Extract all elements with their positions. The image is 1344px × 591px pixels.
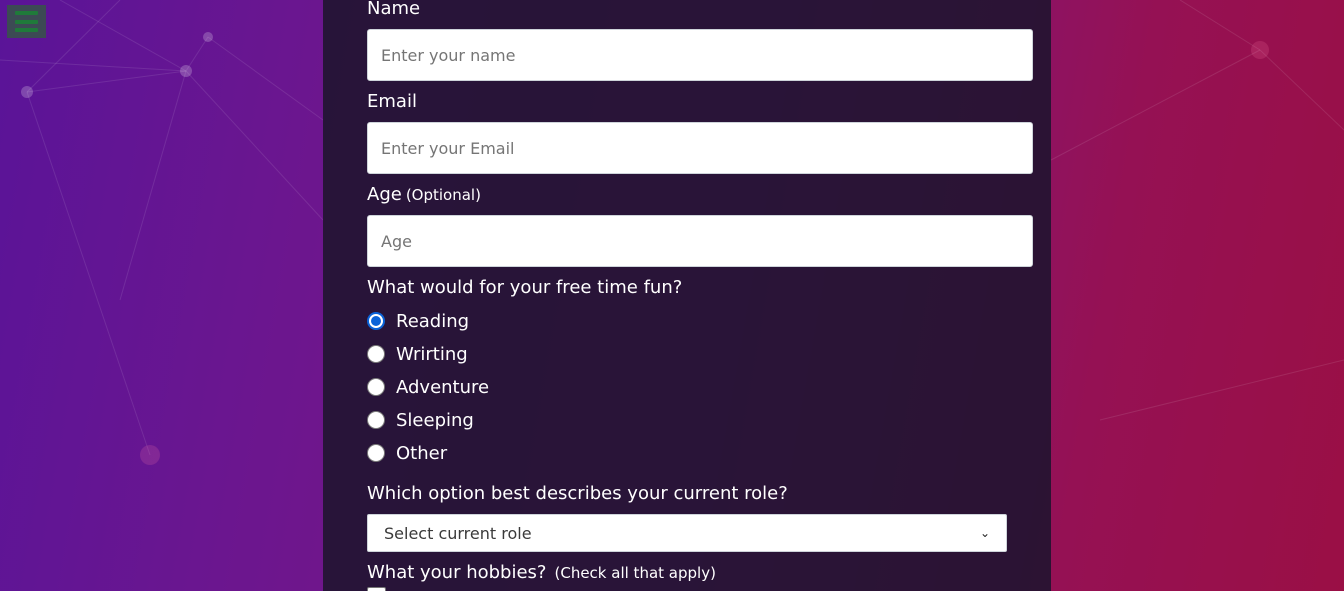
- hobby-checkbox[interactable]: [367, 587, 386, 591]
- radio-button[interactable]: [367, 444, 385, 462]
- radio-option-adventure[interactable]: Adventure: [367, 376, 489, 398]
- radio-label: Wrirting: [396, 343, 468, 365]
- radio-label: Reading: [396, 310, 470, 332]
- radio-button[interactable]: [367, 378, 385, 396]
- select-value: Select current role: [384, 523, 532, 543]
- menu-bar: [15, 19, 38, 24]
- radio-label: Adventure: [396, 376, 490, 398]
- menu-bar: [15, 28, 38, 32]
- age-label-text: Age: [367, 184, 402, 205]
- email-input[interactable]: [367, 122, 1033, 174]
- radio-button[interactable]: [367, 411, 385, 429]
- role-question: Which option best describes your current…: [367, 483, 788, 504]
- current-role-select[interactable]: Select current role ⌄: [367, 514, 1007, 552]
- radio-option-writing[interactable]: Wrirting: [367, 343, 468, 365]
- chevron-down-icon: ⌄: [979, 526, 990, 540]
- radio-option-reading[interactable]: Reading: [367, 310, 469, 332]
- radio-option-other[interactable]: Other: [367, 442, 447, 464]
- hobbies-question-text: What your hobbies?: [367, 562, 547, 583]
- radio-button[interactable]: [367, 312, 385, 330]
- menu-bar: [15, 11, 38, 15]
- free-time-question: What would for your free time fun?: [367, 277, 683, 298]
- email-label: Email: [367, 91, 417, 112]
- radio-label: Other: [396, 442, 448, 464]
- radio-label: Sleeping: [396, 409, 474, 431]
- name-label: Name: [367, 0, 421, 19]
- age-optional-note: (Optional): [405, 186, 481, 204]
- radio-button[interactable]: [367, 345, 385, 363]
- age-label: Age (Optional): [367, 184, 481, 206]
- hobbies-question: What your hobbies? (Check all that apply): [367, 562, 716, 584]
- age-input[interactable]: [367, 215, 1033, 267]
- name-input[interactable]: [367, 29, 1033, 81]
- hamburger-menu-icon[interactable]: [7, 5, 46, 38]
- hobbies-note: (Check all that apply): [554, 564, 716, 582]
- radio-option-sleeping[interactable]: Sleeping: [367, 409, 474, 431]
